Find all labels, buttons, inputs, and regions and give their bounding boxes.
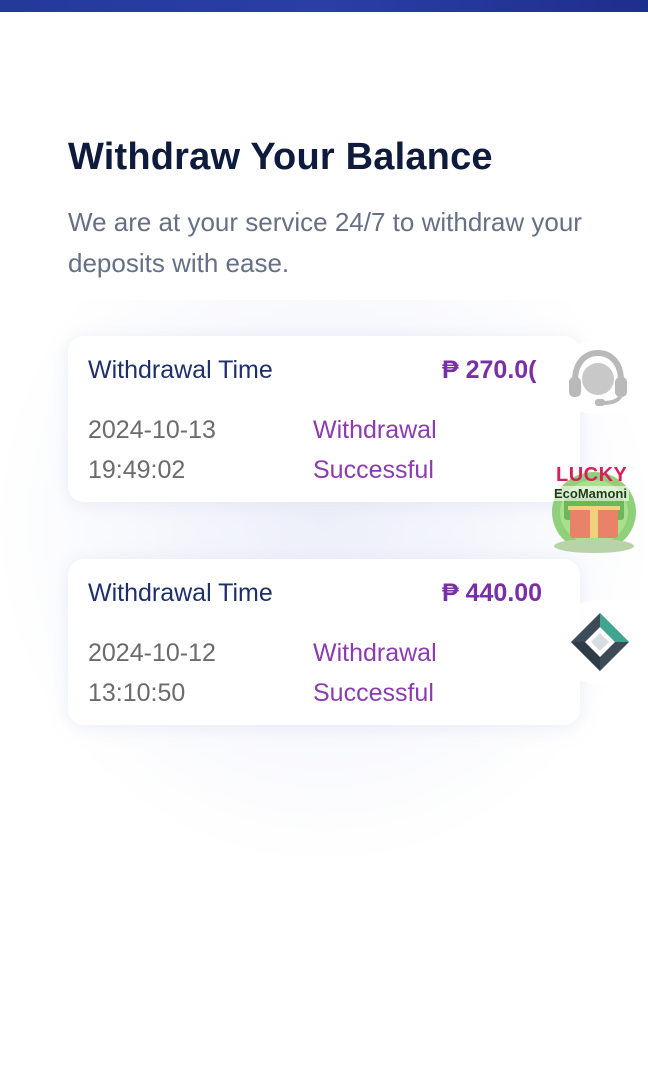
customer-support-button[interactable] (558, 340, 638, 414)
withdrawal-time: 19:49:02 (88, 456, 186, 484)
withdrawal-card[interactable]: Withdrawal Time ₱ 270.0( 2024-10-13 19:4… (68, 336, 580, 502)
withdrawal-status: Withdrawal Successful (313, 410, 513, 490)
status-line-2: Successful (313, 679, 434, 707)
page-subtitle: We are at your service 24/7 to withdraw … (68, 207, 582, 278)
withdrawal-datetime: 2024-10-12 13:10:50 (88, 633, 288, 713)
withdrawal-date: 2024-10-13 (88, 416, 216, 444)
diamond-logo-icon (571, 613, 629, 671)
page-title: Withdraw Your Balance (68, 136, 493, 178)
promo-line-1: LUCKY (556, 464, 628, 486)
withdrawal-time: 13:10:50 (88, 679, 186, 707)
withdrawal-card[interactable]: Withdrawal Time ₱ 440.00 2024-10-12 13:1… (68, 559, 580, 725)
top-accent-bar (0, 0, 648, 12)
status-line-2: Successful (313, 456, 434, 484)
status-line-1: Withdrawal (313, 639, 437, 667)
status-line-1: Withdrawal (313, 416, 437, 444)
headset-icon (569, 349, 627, 406)
withdrawal-datetime: 2024-10-13 19:49:02 (88, 410, 288, 490)
promo-line-2: EcoMamoni (552, 486, 629, 501)
withdrawal-amount: ₱ 270.0( (442, 356, 537, 384)
withdrawal-amount: ₱ 440.00 (442, 579, 543, 607)
withdrawal-time-label: Withdrawal Time (88, 356, 273, 384)
brand-logo-button[interactable] (556, 600, 644, 684)
lucky-promo-button[interactable]: LUCKY EcoMamoni (548, 462, 640, 554)
withdrawal-date: 2024-10-12 (88, 639, 216, 667)
withdrawal-status: Withdrawal Successful (313, 633, 513, 713)
withdrawal-time-label: Withdrawal Time (88, 579, 273, 607)
